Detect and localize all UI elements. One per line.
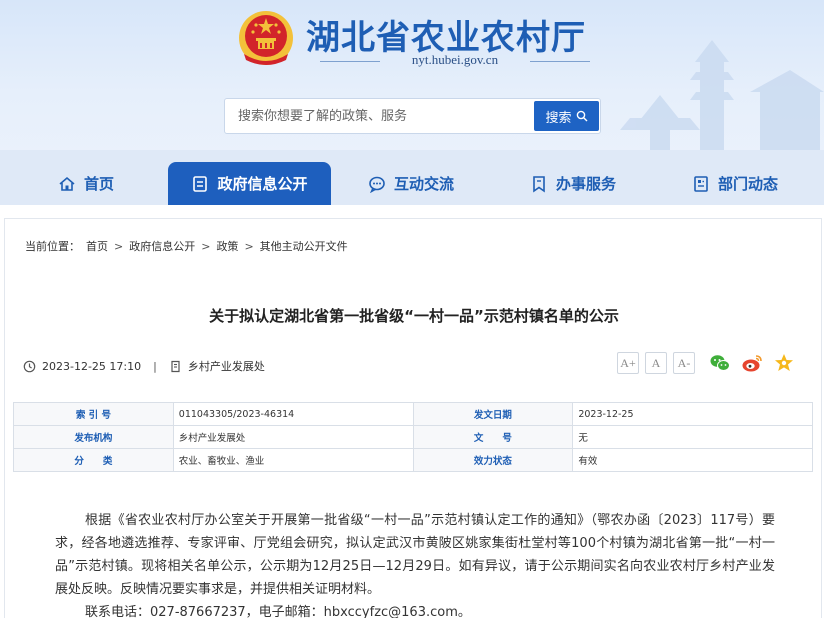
publish-date: 2023-12-25 17:10 <box>42 359 142 373</box>
breadcrumb-home[interactable]: 首页 <box>86 238 108 254</box>
info-value: 农业、畜牧业、渔业 <box>172 448 414 472</box>
search-input[interactable] <box>225 99 533 133</box>
info-key: 文 号 <box>412 425 574 449</box>
site-header: 湖北省农业农村厅 nyt.hubei.gov.cn 搜索 首页 <box>0 0 824 205</box>
info-key: 发布机构 <box>13 425 174 449</box>
nav-interaction[interactable]: 互动交流 <box>368 162 454 205</box>
info-value: 2023-12-25 <box>572 402 813 426</box>
font-increase-button[interactable]: A+ <box>617 352 639 374</box>
nav-department-news-label: 部门动态 <box>718 175 779 193</box>
chat-icon <box>369 176 385 193</box>
breadcrumb-separator: > <box>201 239 211 253</box>
breadcrumb: 当前位置： 首页 > 政府信息公开 > 政策 > 其他主动公开文件 <box>25 238 348 254</box>
national-emblem-icon <box>239 11 293 65</box>
document-icon <box>193 175 208 192</box>
share-tools <box>709 352 795 374</box>
info-key: 索 引 号 <box>13 402 174 426</box>
search-button-label: 搜索 <box>545 110 572 126</box>
nav-services[interactable]: 办事服务 <box>530 162 616 205</box>
info-value: 乡村产业发展处 <box>172 425 414 449</box>
domain-divider-right <box>530 61 590 62</box>
font-reset-button[interactable]: A <box>645 352 667 374</box>
meta-divider: | <box>153 359 157 373</box>
info-value: 有效 <box>572 448 813 472</box>
nav-interaction-label: 互动交流 <box>394 175 455 193</box>
info-value: 无 <box>572 425 813 449</box>
document-info-table: 索 引 号 011043305/2023-46314 发文日期 2023-12-… <box>13 402 813 472</box>
domain-divider-left <box>320 61 380 62</box>
contact-paragraph: 联系电话：027-87667237，电子邮箱：hbxccyfzc@163.com… <box>85 605 471 618</box>
font-decrease-label: A- <box>677 355 691 370</box>
nav-home-label: 首页 <box>84 175 115 193</box>
body-paragraph: 根据《省农业农村厅办公室关于开展第一批省级“一村一品”示范村镇认定工作的通知》（… <box>55 513 775 597</box>
article-meta: 2023-12-25 17:10 | 乡村产业发展处 <box>23 358 265 374</box>
article-title: 关于拟认定湖北省第一批省级“一村一品”示范村镇名单的公示 <box>209 307 619 325</box>
main-nav: 首页 政府信息公开 互动交流 办事服务 部门动态 <box>0 162 824 205</box>
breadcrumb-policy[interactable]: 政策 <box>216 238 238 254</box>
font-decrease-button[interactable]: A- <box>673 352 695 374</box>
wechat-icon[interactable] <box>709 352 731 374</box>
article-body: 根据《省农业农村厅办公室关于开展第一批省级“一村一品”示范村镇认定工作的通知》（… <box>55 509 775 618</box>
clock-icon <box>23 360 36 372</box>
nav-services-label: 办事服务 <box>556 175 617 193</box>
font-reset-label: A <box>651 355 661 370</box>
breadcrumb-gov-info[interactable]: 政府信息公开 <box>129 238 195 254</box>
table-row: 索 引 号 011043305/2023-46314 发文日期 2023-12-… <box>13 402 813 426</box>
publish-department: 乡村产业发展处 <box>187 360 265 373</box>
info-key: 效力状态 <box>412 448 574 472</box>
search-icon <box>576 110 587 122</box>
table-row: 分 类 农业、畜牧业、渔业 效力状态 有效 <box>13 448 813 472</box>
home-icon <box>59 176 75 191</box>
font-increase-label: A+ <box>620 355 636 370</box>
weibo-icon[interactable] <box>741 352 763 374</box>
breadcrumb-separator: > <box>114 239 124 253</box>
breadcrumb-separator: > <box>244 239 254 253</box>
table-row: 发布机构 乡村产业发展处 文 号 无 <box>13 425 813 449</box>
nav-department-news[interactable]: 部门动态 <box>692 162 778 205</box>
info-key: 发文日期 <box>412 402 574 426</box>
search-button[interactable]: 搜索 <box>534 101 599 131</box>
nav-gov-info-label: 政府信息公开 <box>217 175 308 193</box>
favorite-icon[interactable] <box>773 352 795 374</box>
nav-home[interactable]: 首页 <box>58 162 114 205</box>
breadcrumb-prefix: 当前位置： <box>25 240 80 253</box>
font-size-tools: A+ A A- <box>617 352 695 374</box>
department-icon <box>171 360 180 372</box>
content-panel: 当前位置： 首页 > 政府信息公开 > 政策 > 其他主动公开文件 关于拟认定湖… <box>4 218 822 618</box>
bookmark-icon <box>533 175 545 193</box>
breadcrumb-other-files[interactable]: 其他主动公开文件 <box>260 238 348 254</box>
info-key: 分 类 <box>13 448 174 472</box>
news-icon <box>694 175 708 192</box>
nav-gov-info[interactable]: 政府信息公开 <box>168 162 331 205</box>
search-box: 搜索 <box>224 98 601 134</box>
site-domain: nyt.hubei.gov.cn <box>411 52 499 67</box>
info-value: 011043305/2023-46314 <box>172 402 414 426</box>
